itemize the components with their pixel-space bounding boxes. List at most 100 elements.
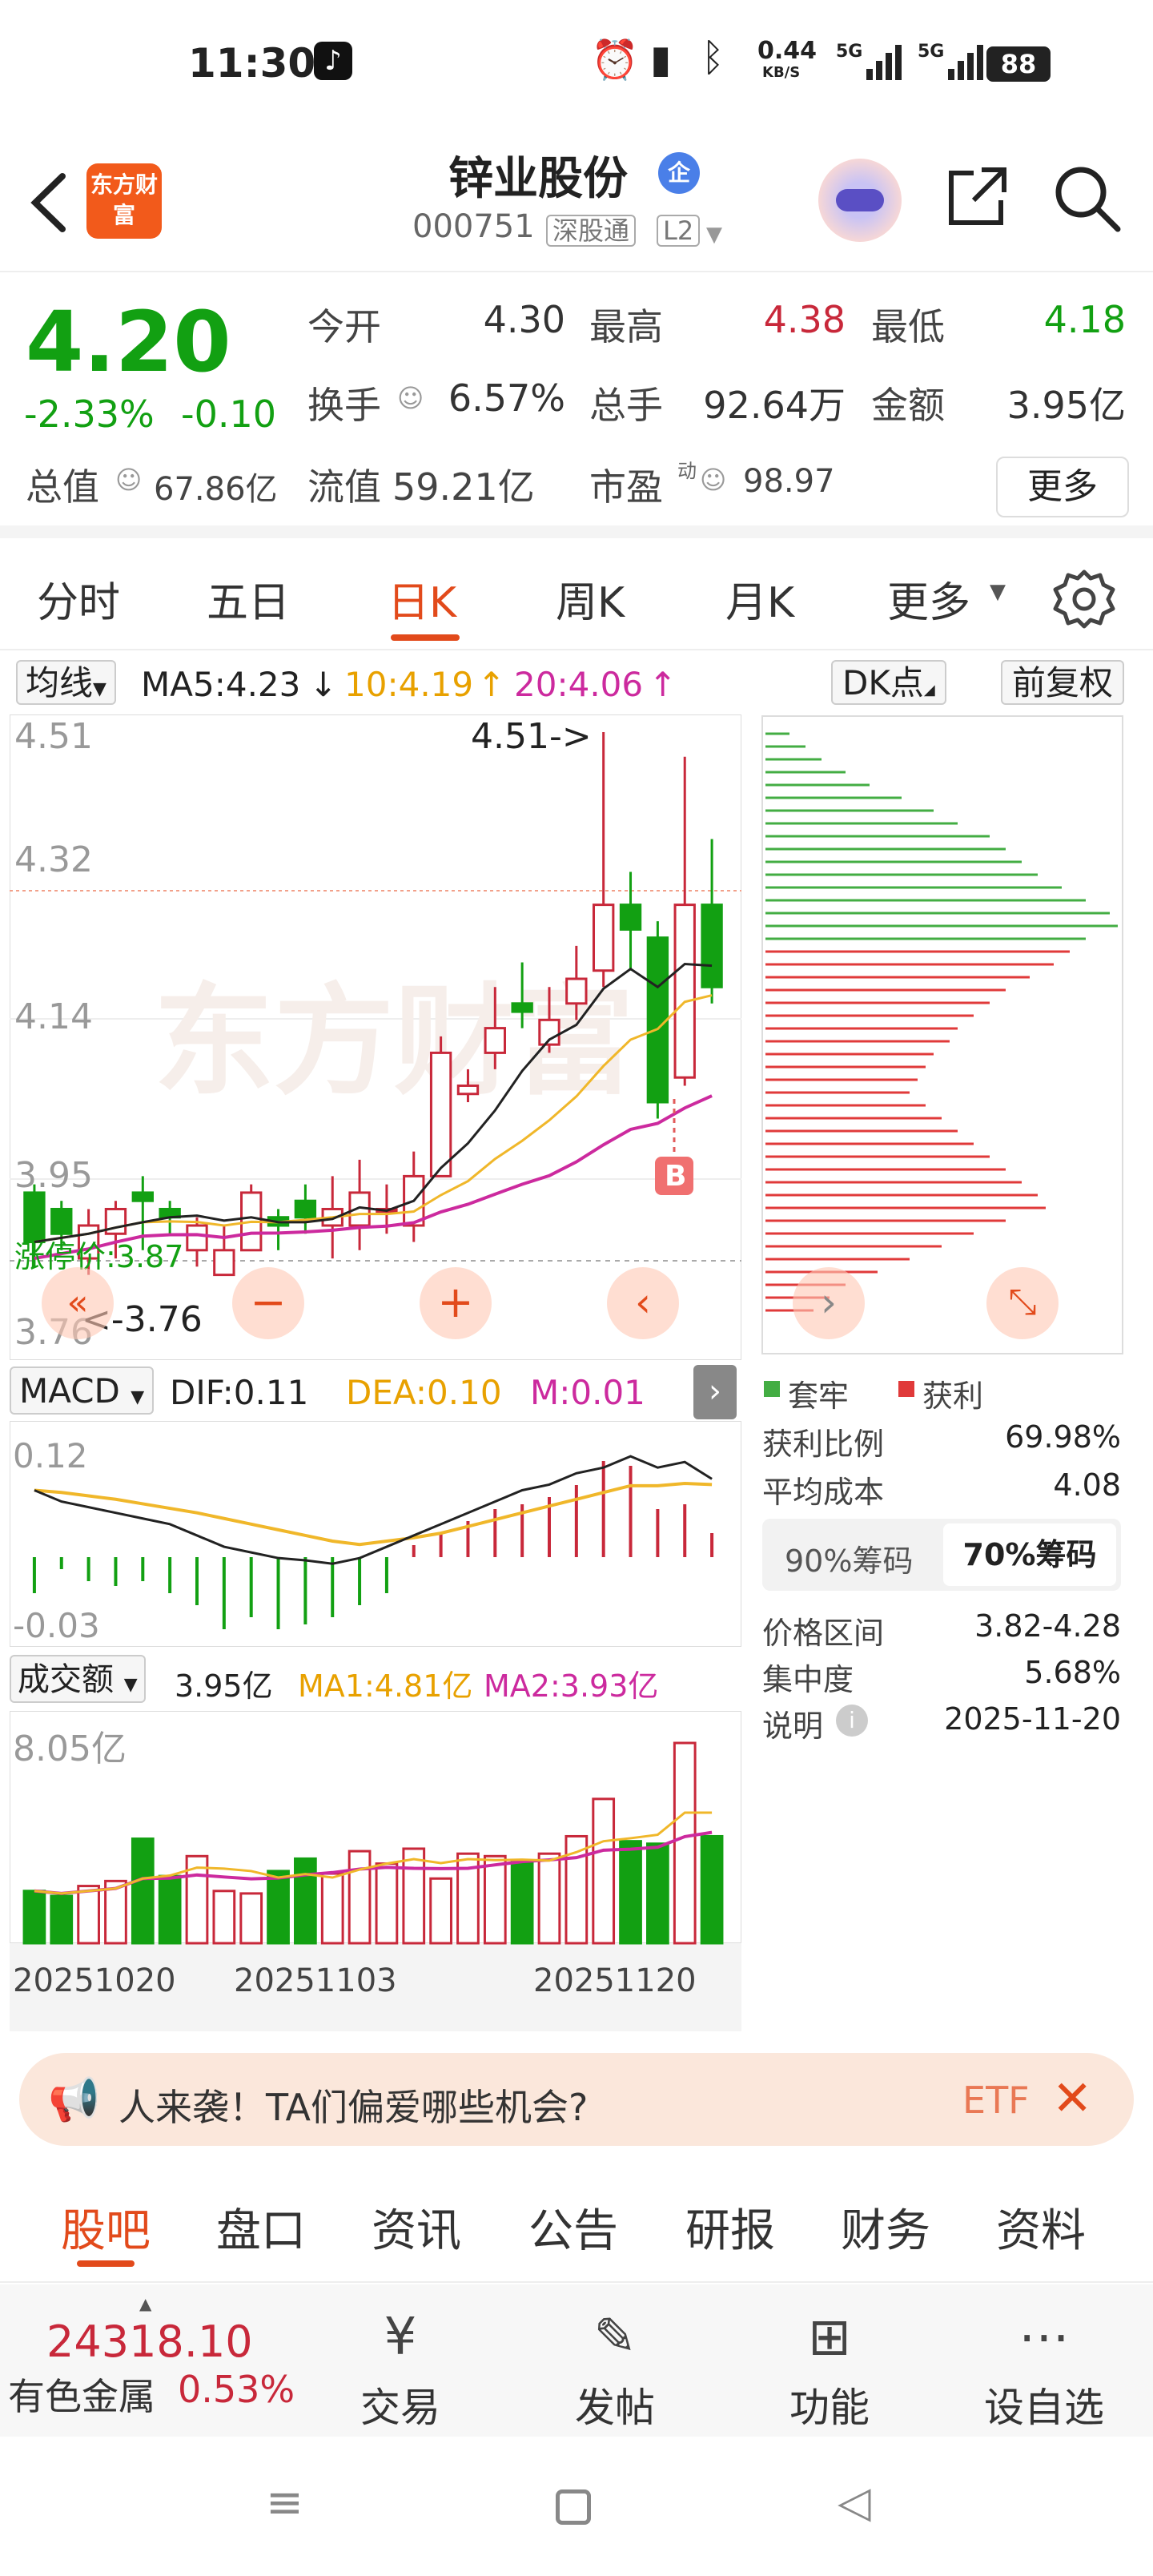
tab-weekly-k[interactable]: 周K [556,569,625,629]
adjust-button[interactable]: 前复权 [1001,660,1125,705]
change-pct: -2.33% [24,392,155,436]
tab-orderbook[interactable]: 盘口 [216,2195,306,2260]
sector-index[interactable]: ▲ 24318.10 有色金属 0.53% [0,2284,304,2437]
price-range-value: 3.82-4.28 [974,1608,1121,1644]
close-icon[interactable]: ✕ [1052,2071,1092,2127]
info-icon[interactable]: ☺ [700,465,726,495]
net-speed: 0.44 [757,37,818,65]
caret-down-icon: ▼ [990,580,1006,604]
chevron-down-icon[interactable]: ▼ [706,223,722,247]
volume-bar [50,1894,74,1945]
date-label-3: 20251120 [533,1962,697,1999]
signal-icon-2 [948,45,983,80]
quote-panel: 4.20 -2.33% -0.10 今开 4.30 最高 4.38 最低 4.1… [0,274,1153,538]
ma5-arrow: ↓ [309,665,338,704]
buy-marker[interactable]: B [665,1160,686,1193]
share-icon[interactable] [942,162,1012,232]
tab-five-day[interactable]: 五日 [207,569,290,629]
promo-tail: ETF [962,2079,1030,2122]
expand-indicator-button[interactable]: › [693,1365,737,1419]
tab-chip-70[interactable]: 70%筹码 [943,1523,1116,1586]
ma-selector[interactable]: 均线▼ [16,660,116,705]
high-label: 最高 [589,305,663,348]
volume-bar [267,1870,290,1945]
info-icon[interactable]: ☺ [397,383,424,413]
megaphone-icon: 📢 [48,2076,100,2124]
tab-monthly-k[interactable]: 月K [725,569,794,629]
candle-body [186,1224,208,1252]
candle-body [131,1191,154,1202]
tiktok-icon: ♪ [314,42,352,80]
tab-intraday[interactable]: 分时 [37,569,120,629]
menu-icon[interactable]: ≡ [266,2477,303,2529]
vol-ma1: MA1:4.81亿 [298,1668,473,1704]
tab-finance[interactable]: 财务 [841,2195,930,2260]
promo-banner[interactable]: 📢 人来袭！TA们偏爱哪些机会? ETF ✕ [19,2053,1134,2146]
volume-selector[interactable]: 成交额 ▼ [10,1655,146,1703]
bluetooth-icon: ᛒ [701,35,725,80]
settings-icon[interactable] [1052,567,1116,631]
dk-point-button[interactable]: DK点◢ [831,660,946,705]
date-label-2: 20251103 [234,1962,397,1999]
y-label-top: 4.51 [14,716,93,757]
info-icon[interactable]: i [836,1705,868,1737]
indicator-selector[interactable]: MACD ▼ [10,1366,155,1415]
stock-code: 000751 [412,208,535,245]
zoom-in-button[interactable]: + [420,1267,492,1339]
scroll-right-button[interactable]: › [793,1267,865,1339]
chip-panel: 套牢 获利 获利比例 69.98% 平均成本 4.08 90%筹码 70%筹码 … [761,1362,1124,1762]
post-button[interactable]: ✎ 发帖 [535,2284,695,2433]
pe-value: 98.97 [743,463,835,500]
candle-body [646,936,669,1104]
home-icon[interactable] [556,2489,591,2525]
change-value: -0.10 [181,392,277,436]
scroll-left-far-button[interactable]: « [42,1267,114,1339]
info-icon[interactable]: ☺ [115,465,142,495]
app-logo[interactable]: 东方财富 [86,163,162,239]
tab-news[interactable]: 资讯 [372,2195,461,2260]
volume-bar [320,1872,344,1945]
period-tabs: 分时 五日 日K 周K 月K 更多 ▼ [0,538,1153,650]
more-button[interactable]: 更多 [996,457,1129,517]
add-watchlist-button[interactable]: ⋯ 设自选 [964,2284,1124,2433]
assistant-avatar[interactable] [818,159,902,242]
ma5-value: MA5:4.23 [141,665,301,704]
promo-text: 人来袭！TA们偏爱哪些机会? [119,2086,589,2129]
profit-legend-swatch [898,1381,914,1397]
peak-label: 4.51-> [471,716,592,757]
back-icon[interactable] [22,167,78,239]
search-icon[interactable] [1051,162,1124,235]
trade-icon: ¥ [384,2308,417,2367]
candle-body [213,1249,235,1277]
profit-legend: 获利 [922,1379,984,1414]
tab-chip-90[interactable]: 90%筹码 [785,1536,913,1580]
ma20-arrow: ↑ [649,665,677,704]
zoom-out-button[interactable]: − [232,1267,304,1339]
scroll-left-button[interactable]: ‹ [607,1267,679,1339]
tab-research[interactable]: 研报 [685,2195,775,2260]
back-nav-icon[interactable]: ◁ [838,2477,871,2527]
sector-index-value: 24318.10 [46,2316,253,2367]
concentration-value: 5.68% [1024,1655,1121,1690]
tab-forum[interactable]: 股吧 [61,2195,151,2260]
tab-more[interactable]: 更多 [887,569,970,629]
macd-y-bottom: -0.03 [13,1606,100,1645]
tab-profile[interactable]: 资料 [996,2195,1086,2260]
function-button[interactable]: ⊞ 功能 [749,2284,910,2433]
tab-daily-k[interactable]: 日K [388,569,456,629]
candlestick-chart[interactable]: 东方财富 4.51 4.32 4.14 3.95 3.76 4.51-> <-3… [10,714,741,1360]
candle-body [673,904,696,1079]
expand-icon[interactable]: ⤡ [986,1267,1059,1339]
macd-y-top: 0.12 [13,1436,88,1475]
tab-announcement[interactable]: 公告 [528,2195,618,2260]
date-label-1: 20251020 [13,1962,176,1999]
candle-body [565,977,588,1005]
volume-bar [429,1877,452,1945]
vibrate-icon: ▮ [650,37,672,82]
active-tab-indicator [391,634,460,641]
trade-button[interactable]: ¥ 交易 [320,2284,480,2433]
volume-bar [294,1857,317,1945]
candle-body [593,904,615,972]
volume-bar [212,1890,236,1945]
volume-bar [483,1854,507,1945]
